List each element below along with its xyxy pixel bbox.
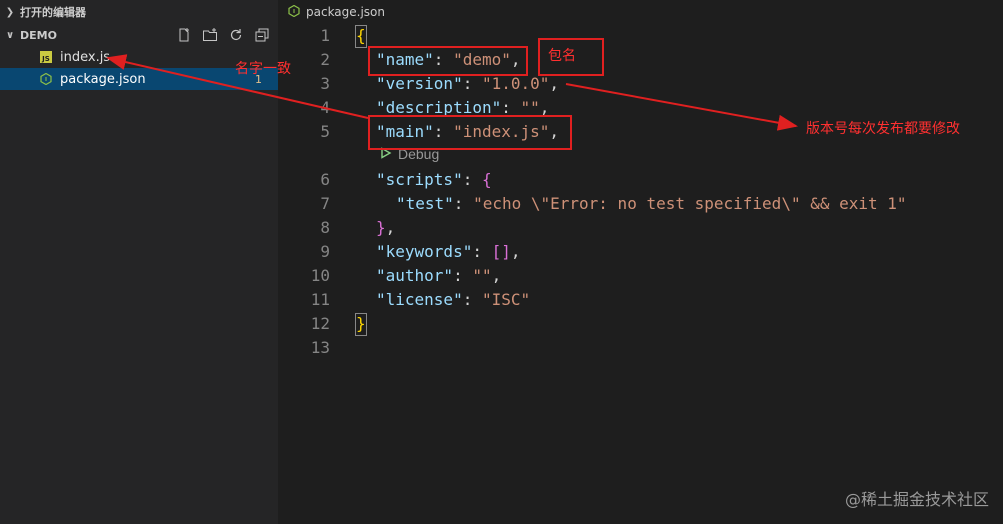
explorer-toolbar xyxy=(176,27,278,43)
svg-text:JS: JS xyxy=(41,55,50,63)
chevron-down-icon: ∨ xyxy=(5,29,15,41)
line-number: 6 xyxy=(320,170,330,189)
npm-package-icon xyxy=(40,73,52,85)
code-line-8: }, xyxy=(376,218,396,237)
folder-header[interactable]: ∨ DEMO xyxy=(0,24,278,46)
code-line-10: "author": "", xyxy=(376,266,502,285)
new-file-icon[interactable] xyxy=(176,27,192,43)
new-folder-icon[interactable] xyxy=(202,27,218,43)
open-editors-label: 打开的编辑器 xyxy=(20,6,86,19)
code-line-9: "keywords": [], xyxy=(376,242,521,261)
name-highlight-box xyxy=(368,46,528,76)
watermark: @稀土掘金技术社区 xyxy=(844,490,989,509)
line-number: 5 xyxy=(320,122,330,141)
tab-package-json[interactable]: package.json xyxy=(278,0,395,24)
line-number: 13 xyxy=(310,338,330,357)
code-line-6: "scripts": { xyxy=(376,170,492,189)
line-number: 11 xyxy=(310,290,330,309)
explorer-sidebar: ❯ 打开的编辑器 ∨ DEMO JS index.js package.json… xyxy=(0,0,278,524)
tab-label: package.json xyxy=(306,5,386,19)
main-highlight-box xyxy=(368,115,572,150)
code-line-11: "license": "ISC" xyxy=(376,290,531,309)
tab-bar: package.json xyxy=(278,0,1003,24)
npm-package-icon xyxy=(288,4,300,20)
refresh-icon[interactable] xyxy=(228,27,244,43)
code-line-12: } xyxy=(356,314,366,333)
code-line-1: { xyxy=(356,26,366,45)
file-name: index.js xyxy=(60,49,111,65)
line-number: 9 xyxy=(320,242,330,261)
line-number: 10 xyxy=(310,266,330,285)
annotation-package-name: 包名 xyxy=(548,48,576,64)
line-number: 7 xyxy=(320,194,330,213)
line-number: 1 xyxy=(320,26,330,45)
line-number: 4 xyxy=(320,98,330,117)
annotation-name-match: 名字一致 xyxy=(235,61,291,77)
line-number: 12 xyxy=(310,314,330,333)
chevron-right-icon: ❯ xyxy=(5,6,15,18)
file-name: package.json xyxy=(60,71,146,87)
folder-name: DEMO xyxy=(20,28,57,42)
open-editors-header[interactable]: ❯ 打开的编辑器 xyxy=(0,0,278,24)
code-line-7: "test": "echo \"Error: no test specified… xyxy=(396,194,907,213)
editor-area: package.json 1 2 3 4 5 6 7 8 9 10 11 12 … xyxy=(278,0,1003,524)
line-number: 8 xyxy=(320,218,330,237)
javascript-file-icon: JS xyxy=(40,51,52,63)
annotation-version-note: 版本号每次发布都要修改 xyxy=(806,121,960,137)
collapse-all-icon[interactable] xyxy=(254,27,270,43)
